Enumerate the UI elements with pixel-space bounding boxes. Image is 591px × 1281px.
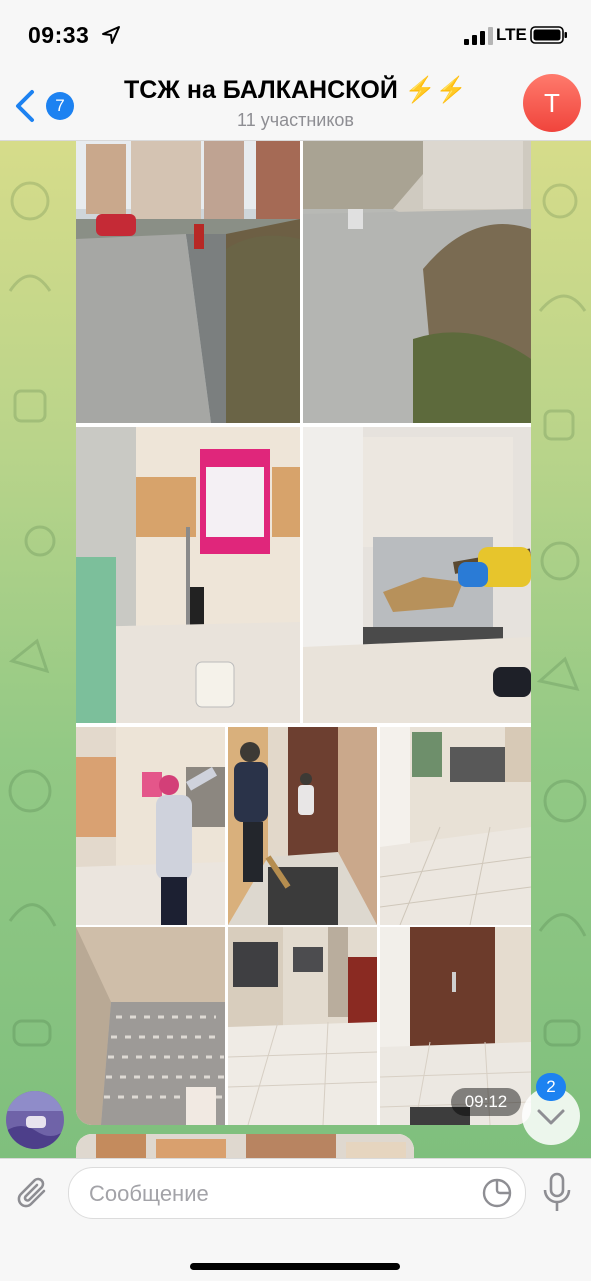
photo-elevator-hall-poster[interactable] — [76, 427, 300, 723]
photo-album-message[interactable] — [76, 141, 531, 1125]
message-composer: Сообщение — [0, 1158, 591, 1281]
next-message-photo[interactable] — [76, 1134, 414, 1158]
message-time: 09:12 — [451, 1088, 521, 1116]
home-indicator — [190, 1263, 400, 1270]
photo-mailboxes-corridor[interactable] — [228, 927, 377, 1125]
unread-badge: 7 — [46, 92, 74, 120]
status-bar: 09:33 LTE — [0, 0, 591, 72]
sender-avatar[interactable] — [6, 1091, 64, 1149]
photo-street-sidewalk[interactable] — [76, 141, 300, 423]
photo-residents-corridor[interactable] — [228, 727, 377, 925]
paperclip-icon[interactable] — [14, 1173, 54, 1213]
photo-cleaner-wiping-wall[interactable] — [76, 727, 225, 925]
sticker-icon[interactable] — [481, 1177, 513, 1209]
chat-header: 7 ТСЖ на БАЛКАНСКОЙ ⚡️⚡️ 11 участников Т — [0, 72, 591, 141]
chevron-left-icon — [16, 90, 34, 122]
status-time: 09:33 — [28, 22, 90, 48]
message-input-placeholder: Сообщение — [89, 1181, 209, 1206]
chat-subtitle[interactable]: 11 участников — [100, 110, 491, 131]
network-type: LTE — [496, 25, 527, 44]
battery-icon — [530, 26, 567, 44]
message-input[interactable]: Сообщение — [68, 1167, 526, 1219]
chat-area[interactable]: 09:12 — [0, 141, 591, 1158]
chat-title[interactable]: ТСЖ на БАЛКАНСКОЙ ⚡️⚡️ — [100, 76, 491, 105]
chat-avatar[interactable]: Т — [523, 74, 581, 132]
new-messages-badge: 2 — [536, 1073, 566, 1101]
photo-elevator-cleaning[interactable] — [303, 427, 531, 723]
photo-elevator-floor[interactable] — [76, 927, 225, 1125]
microphone-icon[interactable] — [540, 1171, 574, 1215]
photo-courtyard-stairs[interactable] — [303, 141, 531, 423]
signal-bars-icon — [464, 27, 493, 45]
photo-mailbox-hall[interactable] — [380, 727, 531, 925]
back-button[interactable]: 7 — [8, 86, 74, 126]
location-arrow-icon — [102, 26, 120, 44]
